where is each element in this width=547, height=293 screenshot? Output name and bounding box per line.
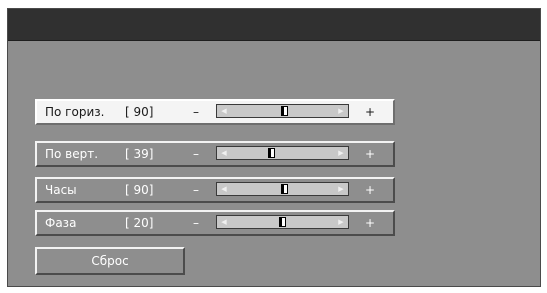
slider-right-arrow-icon[interactable]: ▶: [336, 105, 346, 117]
slider-left-arrow-icon[interactable]: ◀: [219, 216, 229, 228]
decrease-button[interactable]: –: [193, 215, 199, 231]
reset-button[interactable]: Сброс: [35, 247, 185, 275]
slider-left-arrow-icon[interactable]: ◀: [219, 147, 229, 159]
slider-track[interactable]: ◀ ▶: [216, 215, 349, 229]
slider-track[interactable]: ◀ ▶: [216, 182, 349, 196]
osd-screen: По гориз. [ 90] – ◀ ▶ + По верт. [ 39] –…: [7, 8, 541, 287]
decrease-button[interactable]: –: [193, 104, 199, 120]
setting-row-clock[interactable]: Часы [ 90] – ◀ ▶ +: [35, 177, 395, 203]
setting-row-horizontal[interactable]: По гориз. [ 90] – ◀ ▶ +: [35, 99, 395, 125]
increase-button[interactable]: +: [365, 146, 375, 162]
slider-left-arrow-icon[interactable]: ◀: [219, 183, 229, 195]
slider-track[interactable]: ◀ ▶: [216, 104, 349, 118]
osd-title-bar: [8, 9, 540, 41]
slider-thumb[interactable]: [280, 184, 288, 194]
increase-button[interactable]: +: [365, 215, 375, 231]
setting-value: [ 90]: [125, 105, 154, 119]
increase-button[interactable]: +: [365, 104, 375, 120]
slider-right-arrow-icon[interactable]: ▶: [336, 216, 346, 228]
slider-right-arrow-icon[interactable]: ▶: [336, 147, 346, 159]
setting-label: По гориз.: [45, 105, 105, 119]
setting-row-vertical[interactable]: По верт. [ 39] – ◀ ▶ +: [35, 141, 395, 167]
slider-thumb[interactable]: [279, 217, 286, 227]
setting-row-phase[interactable]: Фаза [ 20] – ◀ ▶ +: [35, 210, 395, 236]
slider-right-arrow-icon[interactable]: ▶: [336, 183, 346, 195]
decrease-button[interactable]: –: [193, 146, 199, 162]
setting-label: Фаза: [45, 216, 77, 230]
slider-thumb[interactable]: [280, 106, 288, 116]
slider-track[interactable]: ◀ ▶: [216, 146, 349, 160]
setting-value: [ 90]: [125, 183, 154, 197]
decrease-button[interactable]: –: [193, 182, 199, 198]
increase-button[interactable]: +: [365, 182, 375, 198]
setting-label: По верт.: [45, 147, 99, 161]
setting-value: [ 20]: [125, 216, 154, 230]
slider-left-arrow-icon[interactable]: ◀: [219, 105, 229, 117]
setting-value: [ 39]: [125, 147, 154, 161]
setting-label: Часы: [45, 183, 77, 197]
slider-thumb[interactable]: [268, 148, 276, 158]
